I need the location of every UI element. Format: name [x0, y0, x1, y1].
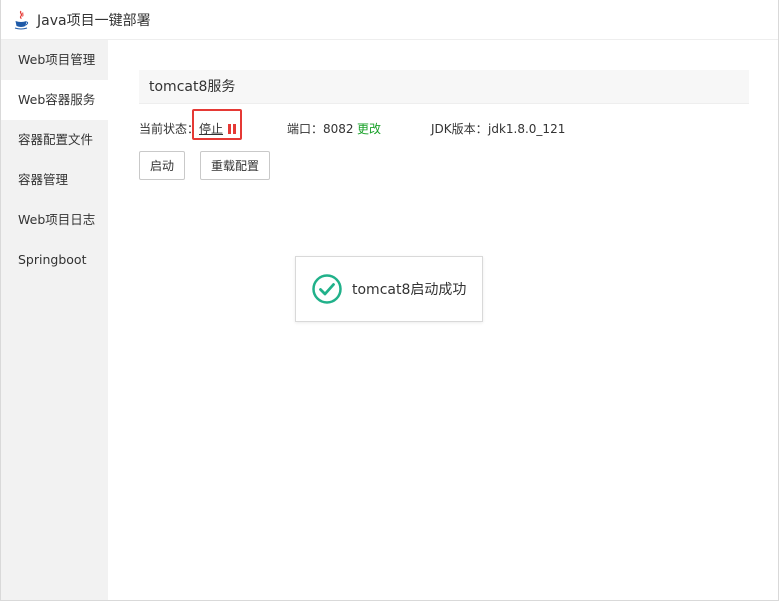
service-info-row: 当前状态： 停止 端口： 8082 更改 JDK版本： jdk1.8.0_121 — [139, 120, 759, 138]
sidebar-nav: Web项目管理 Web容器服务 容器配置文件 容器管理 Web项目日志 Spri… — [1, 40, 108, 600]
reload-config-button[interactable]: 重载配置 — [200, 151, 270, 180]
title-bar: Java项目一键部署 — [1, 0, 778, 40]
sidebar-item-container-config-files[interactable]: 容器配置文件 — [1, 120, 108, 160]
java-coffee-icon — [14, 10, 29, 29]
port-edit-link[interactable]: 更改 — [357, 120, 381, 138]
start-button[interactable]: 启动 — [139, 151, 185, 180]
port-label: 端口： — [287, 122, 324, 136]
jdk-value: jdk1.8.0_121 — [488, 122, 566, 136]
port-value: 8082 — [323, 122, 354, 136]
pause-icon — [228, 124, 236, 134]
sidebar-item-web-container-service[interactable]: Web容器服务 — [1, 80, 108, 120]
window-title: Java项目一键部署 — [37, 12, 151, 29]
jdk-label: JDK版本： — [431, 122, 488, 136]
status-value: 停止 — [199, 122, 224, 136]
status-label: 当前状态： — [139, 122, 200, 136]
check-circle-icon — [312, 274, 342, 304]
sidebar-item-container-management[interactable]: 容器管理 — [1, 160, 108, 200]
sidebar-item-web-projects[interactable]: Web项目管理 — [1, 40, 108, 80]
sidebar-item-springboot[interactable]: Springboot — [1, 240, 108, 280]
success-toast: tomcat8启动成功 — [295, 256, 483, 322]
app-window: Java项目一键部署 Web项目管理 Web容器服务 容器配置文件 容器管理 W… — [0, 0, 779, 601]
service-title: tomcat8服务 — [139, 70, 749, 104]
main-content: tomcat8服务 当前状态： 停止 端口： 8082 更改 JDK版本： jd… — [108, 40, 778, 600]
toast-message: tomcat8启动成功 — [352, 282, 467, 298]
sidebar-item-web-project-logs[interactable]: Web项目日志 — [1, 200, 108, 240]
